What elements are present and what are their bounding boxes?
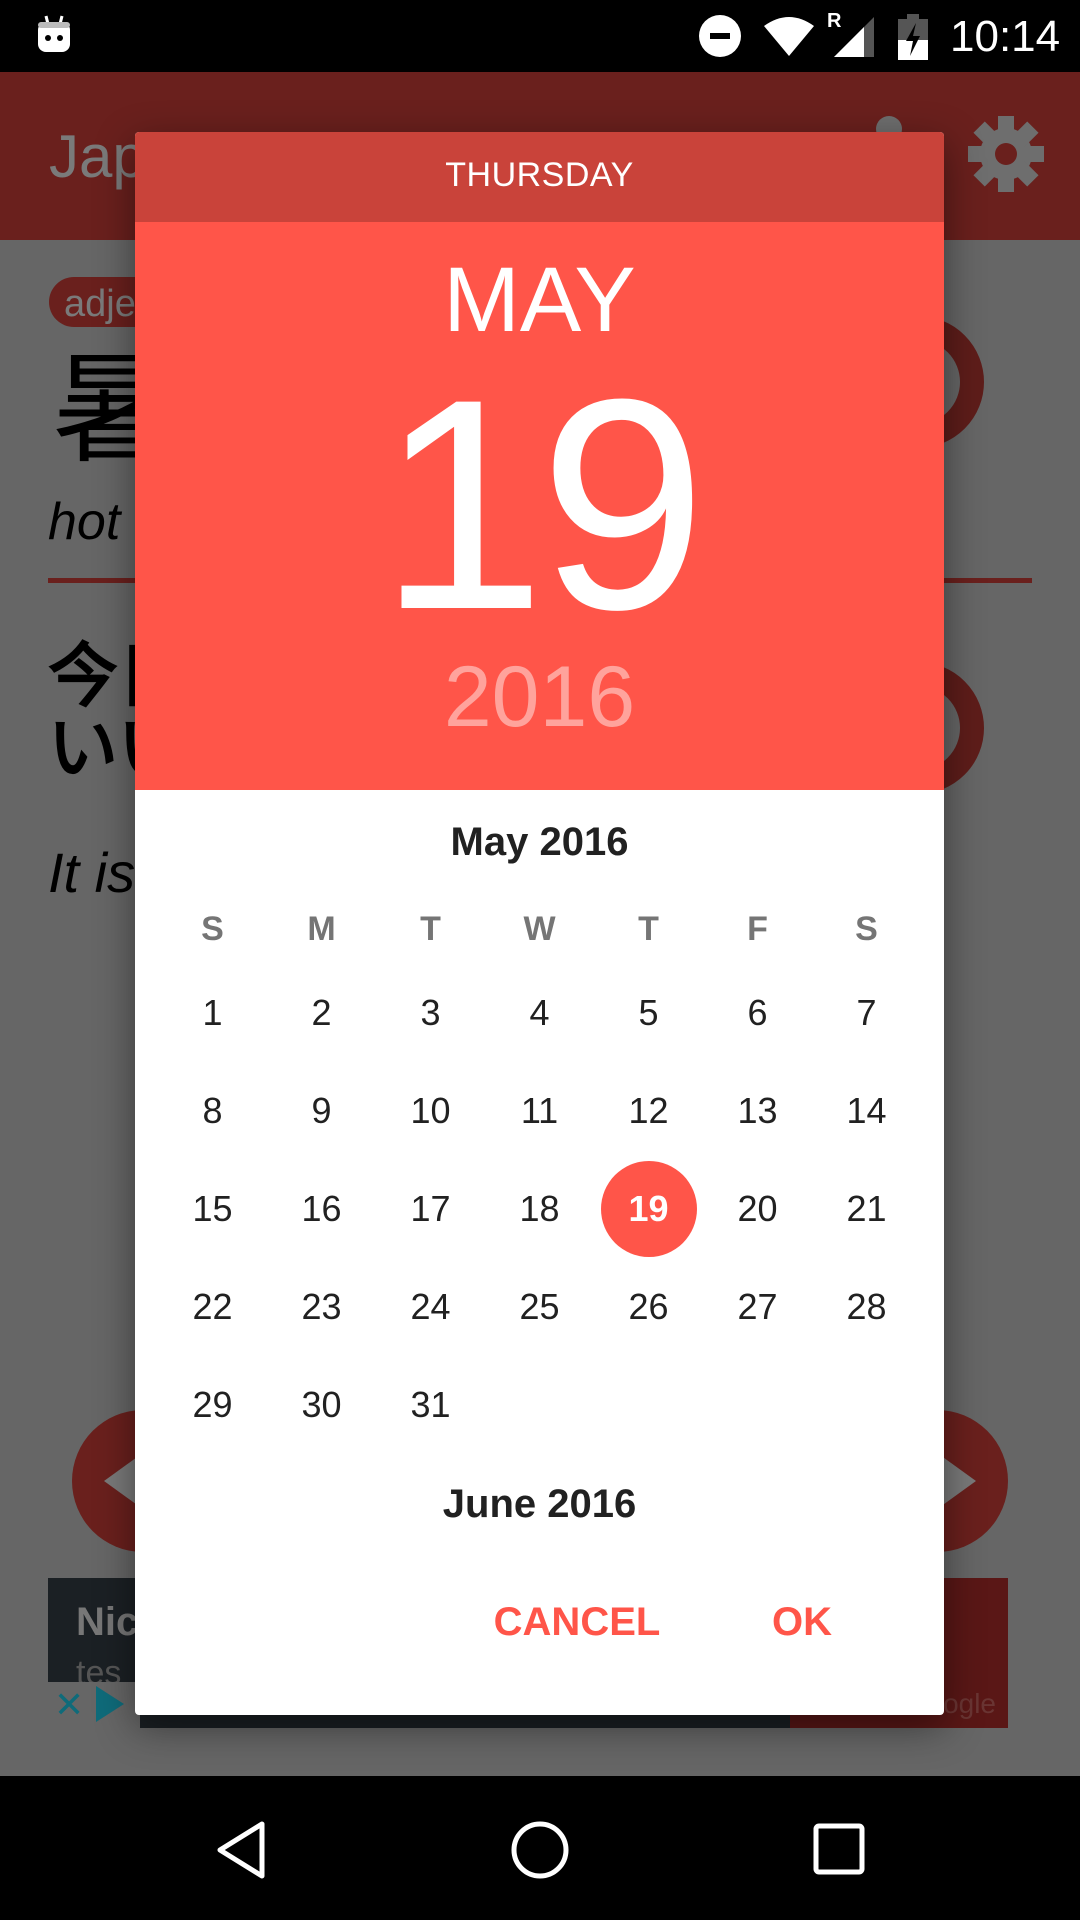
- date-picker-dialog: THURSDAY MAY 19 2016 May 2016 SMTWTFS 12…: [135, 132, 944, 1715]
- ad-choices-icon[interactable]: [96, 1686, 124, 1722]
- calendar-day[interactable]: 1: [158, 964, 267, 1062]
- calendar-day-number: 20: [737, 1188, 778, 1229]
- calendar-day[interactable]: 31: [376, 1356, 485, 1454]
- calendar-day[interactable]: 13: [703, 1062, 812, 1160]
- calendar-day-number: 7: [856, 992, 877, 1033]
- calendar-day[interactable]: 10: [376, 1062, 485, 1160]
- calendar-day[interactable]: 27: [703, 1258, 812, 1356]
- calendar-grid: 1 2 3 4 5 6 7 8 9 10 11 12 13 14 15 16 17 18 19 20 21 22 23 24 2…: [135, 132, 944, 1715]
- close-ad-icon[interactable]: ✕: [54, 1684, 84, 1726]
- calendar-day-number: 31: [410, 1384, 451, 1425]
- ad-title: Nic: [76, 1600, 139, 1644]
- calendar-day[interactable]: 15: [158, 1160, 267, 1258]
- calendar-day-number: 30: [301, 1384, 342, 1425]
- calendar-day[interactable]: 14: [812, 1062, 921, 1160]
- home-icon[interactable]: [510, 1820, 570, 1880]
- calendar-day-number: 15: [192, 1188, 233, 1229]
- ad-attribution: ogle: [943, 1688, 996, 1719]
- calendar-day[interactable]: 17: [376, 1160, 485, 1258]
- calendar-day[interactable]: 6: [703, 964, 812, 1062]
- calendar-day[interactable]: 4: [485, 964, 594, 1062]
- calendar-day-number: 18: [519, 1188, 560, 1229]
- calendar-day[interactable]: 24: [376, 1258, 485, 1356]
- calendar-day-number: 13: [737, 1090, 778, 1131]
- calendar-day[interactable]: 18: [485, 1160, 594, 1258]
- sentence-translation: It is: [48, 841, 136, 904]
- status-bar: R 10:14: [0, 0, 1080, 72]
- calendar-day-number: 4: [529, 992, 550, 1033]
- calendar-day-number: 28: [846, 1286, 887, 1327]
- calendar-day[interactable]: 5: [594, 964, 703, 1062]
- calendar-day-number: 29: [192, 1384, 233, 1425]
- calendar-day[interactable]: 16: [267, 1160, 376, 1258]
- clock: 10:14: [950, 12, 1061, 61]
- calendar-day-number: 25: [519, 1286, 560, 1327]
- do-not-disturb-icon: [699, 15, 741, 57]
- calendar-day-number: 2: [311, 992, 332, 1033]
- app-title: Jap: [49, 123, 146, 190]
- calendar-day[interactable]: 26: [594, 1258, 703, 1356]
- word-meaning: hot: [48, 493, 121, 551]
- calendar-day-number: 24: [410, 1286, 451, 1327]
- calendar-day[interactable]: 3: [376, 964, 485, 1062]
- android-notification-icon: [38, 15, 70, 52]
- calendar-day-number: 17: [410, 1188, 451, 1229]
- ad-choices[interactable]: ✕: [48, 1682, 140, 1728]
- cell-signal-icon: [834, 17, 874, 57]
- calendar-day-selected[interactable]: 19: [594, 1160, 703, 1258]
- arrow-right-icon: [940, 1455, 976, 1507]
- calendar-day[interactable]: 7: [812, 964, 921, 1062]
- calendar-day-number: 3: [420, 992, 441, 1033]
- calendar-day-number: 16: [301, 1188, 342, 1229]
- calendar-day[interactable]: 22: [158, 1258, 267, 1356]
- calendar-day[interactable]: 12: [594, 1062, 703, 1160]
- calendar-day-number: 26: [628, 1286, 669, 1327]
- calendar-day[interactable]: 25: [485, 1258, 594, 1356]
- calendar-day-number: 11: [520, 1090, 559, 1131]
- back-icon[interactable]: [214, 1820, 268, 1880]
- recents-icon[interactable]: [812, 1820, 866, 1880]
- calendar-day[interactable]: 2: [267, 964, 376, 1062]
- calendar-day[interactable]: 28: [812, 1258, 921, 1356]
- wifi-icon: [764, 17, 814, 56]
- calendar-day-number: 27: [737, 1286, 778, 1327]
- calendar-day-number: 12: [628, 1090, 669, 1131]
- calendar-day-number: 21: [846, 1188, 887, 1229]
- calendar-day-number: 9: [311, 1090, 332, 1131]
- calendar-day-number: 8: [202, 1090, 223, 1131]
- calendar-day-number: 5: [638, 992, 659, 1033]
- calendar-day-number: 14: [846, 1090, 887, 1131]
- calendar-day-number: 22: [192, 1286, 233, 1327]
- battery-charging-icon: [898, 14, 928, 60]
- calendar-day-number: 10: [410, 1090, 451, 1131]
- calendar-day[interactable]: 9: [267, 1062, 376, 1160]
- calendar-day[interactable]: 21: [812, 1160, 921, 1258]
- calendar-day-number: 1: [202, 992, 223, 1033]
- calendar-day[interactable]: 8: [158, 1062, 267, 1160]
- calendar-day-number: 6: [747, 992, 768, 1033]
- calendar-day[interactable]: 29: [158, 1356, 267, 1454]
- word-type-label: adje: [64, 283, 136, 325]
- calendar-day[interactable]: 11: [485, 1062, 594, 1160]
- calendar-day[interactable]: 20: [703, 1160, 812, 1258]
- calendar-day-number: 23: [301, 1286, 342, 1327]
- calendar-day-number: 19: [628, 1188, 669, 1229]
- system-navigation-bar: [0, 1776, 1080, 1920]
- calendar-day[interactable]: 30: [267, 1356, 376, 1454]
- calendar-day[interactable]: 23: [267, 1258, 376, 1356]
- settings-gear-icon[interactable]: [966, 114, 1046, 194]
